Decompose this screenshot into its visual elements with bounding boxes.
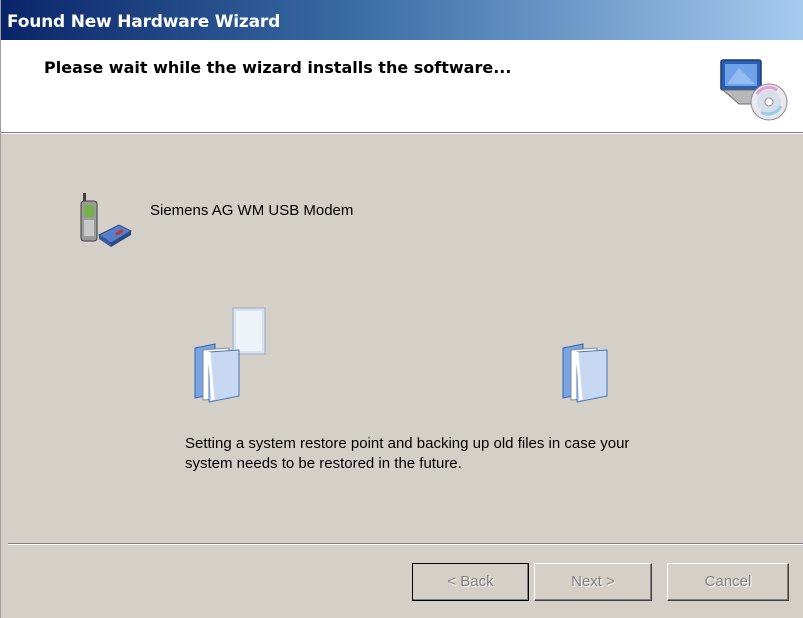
- next-button-label: Next >: [571, 573, 615, 590]
- page-heading: Please wait while the wizard installs th…: [44, 58, 512, 77]
- back-button-label: < Back: [447, 573, 494, 590]
- wizard-header: Please wait while the wizard installs th…: [1, 40, 803, 133]
- mobile-modem-icon: [80, 193, 133, 247]
- source-folder-icon: [194, 343, 240, 403]
- back-button[interactable]: < Back: [412, 563, 529, 601]
- device-name: Siemens AG WM USB Modem: [150, 202, 354, 219]
- hardware-cd-icon: [720, 59, 788, 121]
- cancel-button-label: Cancel: [704, 573, 752, 590]
- button-separator: [8, 543, 803, 545]
- wizard-window: Found New Hardware Wizard Please wait wh…: [0, 0, 803, 618]
- title-bar[interactable]: Found New Hardware Wizard: [1, 0, 803, 40]
- cancel-button[interactable]: Cancel: [667, 563, 789, 601]
- window-title: Found New Hardware Wizard: [7, 12, 281, 32]
- destination-folder-icon: [562, 343, 608, 403]
- next-button[interactable]: Next >: [534, 563, 652, 601]
- status-message: Setting a system restore point and backi…: [185, 435, 630, 472]
